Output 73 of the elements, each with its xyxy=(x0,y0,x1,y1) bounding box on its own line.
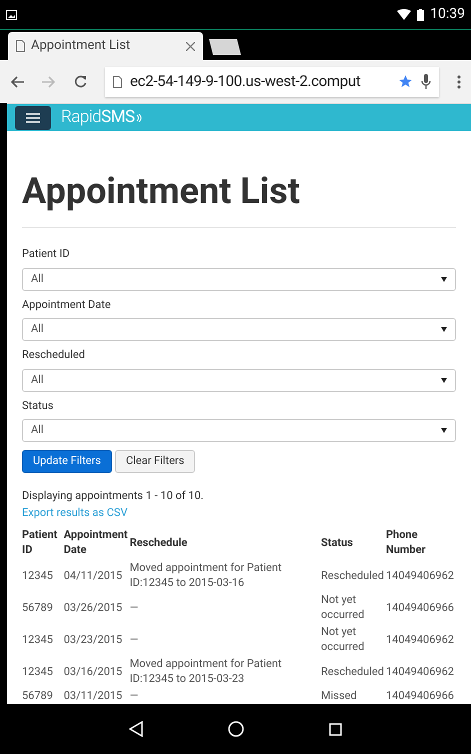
table-cell-text: 03/26/2015 xyxy=(64,600,124,616)
tab-title: Appointment List xyxy=(31,37,132,56)
page-title: Appointment List xyxy=(22,171,301,211)
results-summary: Displaying appointments 1 - 10 of 10. xyxy=(22,488,205,504)
table-cell-text: — xyxy=(130,632,140,648)
table-cell-text: 14049406966 xyxy=(386,688,455,704)
column-header: Patient ID xyxy=(22,527,64,559)
filter-select[interactable]: All xyxy=(22,368,456,392)
table-cell-text: Not yet occurred xyxy=(321,624,366,655)
table-cell-text: 04/11/2015 xyxy=(64,568,124,584)
select-value: All xyxy=(31,270,44,287)
url-text: ec2-54-149-9-100.us-west-2.comput xyxy=(130,71,362,92)
table-cell-text: 56789 xyxy=(22,688,54,704)
table-cell-text: 14049406962 xyxy=(386,568,455,584)
table-cell-text: 14049406966 xyxy=(386,600,455,616)
back-arrow-icon[interactable] xyxy=(10,76,24,88)
page-icon xyxy=(16,40,25,52)
table-cell-text: — xyxy=(130,600,140,616)
filter-select[interactable]: All xyxy=(22,419,456,442)
table-cell-text: Not yet occurred xyxy=(321,592,366,623)
table-cell-text: 12345 xyxy=(22,664,54,680)
table-cell-text: Rescheduled xyxy=(321,664,385,680)
column-header: Status xyxy=(321,534,354,550)
reload-icon[interactable] xyxy=(74,75,87,88)
column-header: Reschedule xyxy=(130,527,322,559)
table-cell-text: Moved appointment for Patient ID:12345 to 2015-03-23 xyxy=(130,656,283,687)
address-field[interactable]: ec2-54-149-9-100.us-west-2.comput xyxy=(105,66,439,96)
table-cell-text: 12345 xyxy=(22,632,54,648)
select-value: All xyxy=(31,422,44,438)
table-cell-text: 12345 xyxy=(22,568,54,584)
filter-label: Appointment Date xyxy=(22,296,112,312)
table-cell-text: Rescheduled xyxy=(321,568,385,584)
image-notification-icon xyxy=(6,10,17,20)
dropdown-caret-icon xyxy=(441,327,447,332)
table-cell-text: 14049406962 xyxy=(386,664,455,680)
filter-button[interactable]: Clear Filters xyxy=(114,450,196,473)
filter-select[interactable]: All xyxy=(22,318,456,341)
filter-label: Rescheduled xyxy=(22,347,86,363)
column-header: Phone Number xyxy=(386,527,427,558)
table-cell-text: — xyxy=(130,688,140,704)
dropdown-caret-icon xyxy=(441,378,447,382)
table-cell-text: 03/16/2015 xyxy=(64,664,124,680)
filter-label: Status xyxy=(22,398,54,414)
browser-tab[interactable]: Appointment List xyxy=(8,32,203,60)
wifi-icon xyxy=(397,9,412,20)
select-value: All xyxy=(31,372,44,388)
filter-select[interactable]: All xyxy=(22,268,456,290)
clock-time: 10:39 xyxy=(430,5,465,24)
table-cell-text: 03/23/2015 xyxy=(64,632,124,648)
overview-square-icon[interactable] xyxy=(329,722,342,736)
filter-label: Patient ID xyxy=(22,246,71,262)
table-cell-text: Missed xyxy=(321,688,358,704)
table-cell-text: 03/11/2015 xyxy=(64,688,124,704)
signal-waves-icon xyxy=(136,114,142,122)
close-icon[interactable] xyxy=(186,42,195,50)
table-cell-text: 14049406962 xyxy=(386,632,455,648)
filter-button[interactable]: Update Filters xyxy=(22,450,112,473)
column-header: Appointment Date xyxy=(64,527,129,558)
table-cell-text: 56789 xyxy=(22,600,54,616)
microphone-icon[interactable] xyxy=(421,74,431,90)
new-tab-icon[interactable] xyxy=(207,38,243,56)
menu-button[interactable] xyxy=(15,106,51,130)
select-value: All xyxy=(31,321,44,338)
dropdown-caret-icon xyxy=(441,428,447,433)
back-triangle-icon[interactable] xyxy=(129,721,143,737)
star-icon[interactable] xyxy=(398,74,413,89)
home-circle-icon[interactable] xyxy=(228,721,244,737)
dropdown-caret-icon xyxy=(441,276,447,282)
more-menu-icon[interactable] xyxy=(457,74,461,88)
menu-icon xyxy=(26,112,40,122)
page-icon xyxy=(113,76,122,88)
table-cell-text: Moved appointment for Patient ID:12345 to 2015-03-16 xyxy=(130,560,283,591)
battery-icon xyxy=(417,8,424,20)
